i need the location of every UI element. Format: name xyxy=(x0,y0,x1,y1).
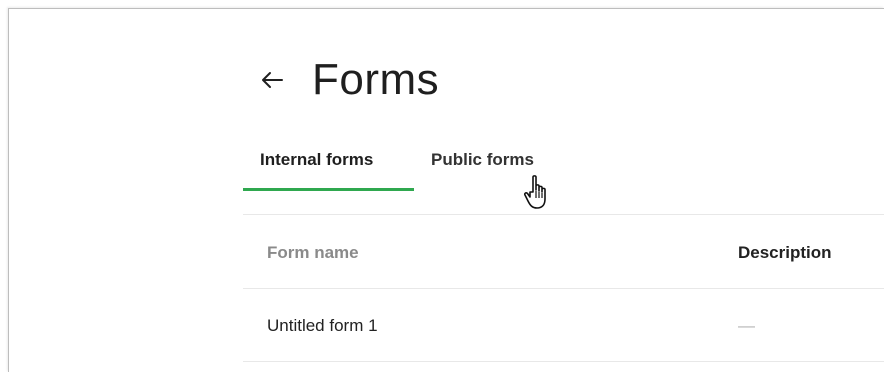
hand-pointer-icon xyxy=(523,175,546,209)
header-divider xyxy=(243,288,884,289)
column-header-description: Description xyxy=(738,243,832,262)
form-name-cell[interactable]: Untitled form 1 xyxy=(267,316,378,336)
back-arrow-icon[interactable] xyxy=(258,66,286,94)
row-divider xyxy=(243,361,884,362)
form-description-cell: — xyxy=(738,316,755,335)
active-tab-indicator xyxy=(243,188,414,191)
page-title: Forms xyxy=(312,55,440,104)
column-header-form-name[interactable]: Form name xyxy=(267,243,359,263)
tab-internal-forms[interactable]: Internal forms xyxy=(260,150,373,170)
tabs-divider xyxy=(243,214,884,215)
tab-public-forms[interactable]: Public forms xyxy=(431,150,534,170)
